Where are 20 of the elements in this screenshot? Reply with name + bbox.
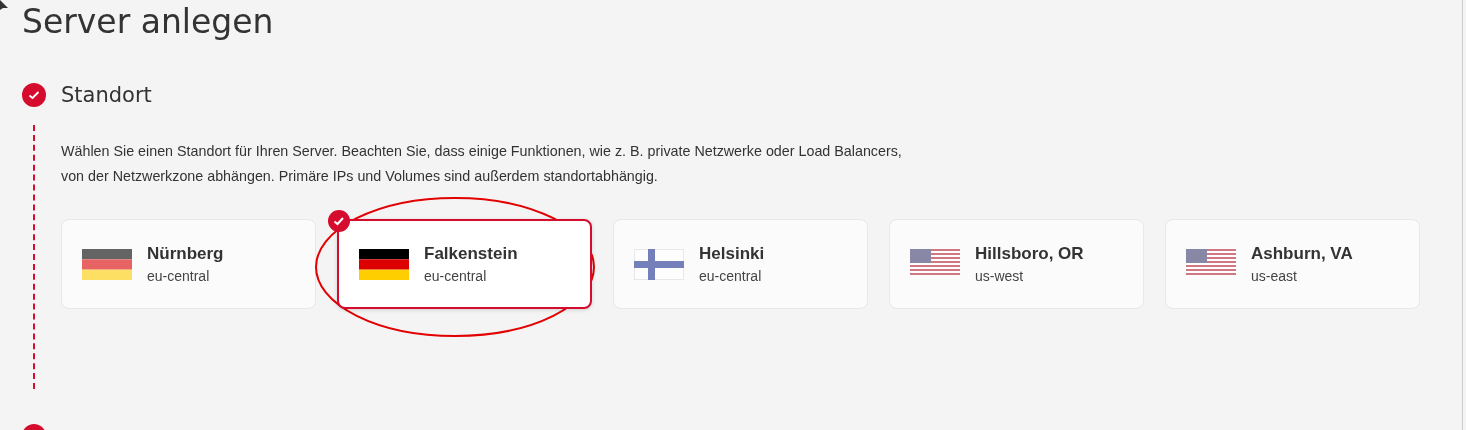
- location-card[interactable]: Ashburn, VA us-east: [1165, 219, 1420, 309]
- location-name: Helsinki: [699, 244, 765, 264]
- location-card[interactable]: Helsinki eu-central: [613, 219, 868, 309]
- network-zone: eu-central: [424, 268, 488, 284]
- location-name: Falkenstein: [424, 244, 518, 264]
- description-text: Wählen Sie einen Standort für Ihren Server. Beachten Sie, dass einige Funktionen, wie z. B. private Netzwerke oder Load Balancers, von der Netzwerkzone abhängen. Primäre IPs und Volumes sind außerdem standortabhängig.: [61, 142, 903, 186]
- location-name: Ashburn, VA: [1251, 244, 1353, 264]
- cursor-icon: [0, 0, 9, 12]
- location-card[interactable]: Nürnberg eu-central: [61, 219, 316, 309]
- network-zone: eu-central: [699, 268, 763, 284]
- page-title: Server anlegen: [22, 1, 275, 43]
- network-zone: eu-central: [147, 268, 211, 284]
- network-zone: us-east: [1251, 268, 1298, 284]
- location-card[interactable]: Falkenstein eu-central: [337, 219, 592, 309]
- location-card[interactable]: Hillsboro, OR us-west: [889, 219, 1144, 309]
- network-zone: us-west: [975, 268, 1025, 284]
- location-name: Nürnberg: [147, 244, 224, 264]
- check-badge-icon: [328, 210, 350, 232]
- location-name: Hillsboro, OR: [975, 244, 1084, 264]
- step-title: Standort: [61, 83, 152, 107]
